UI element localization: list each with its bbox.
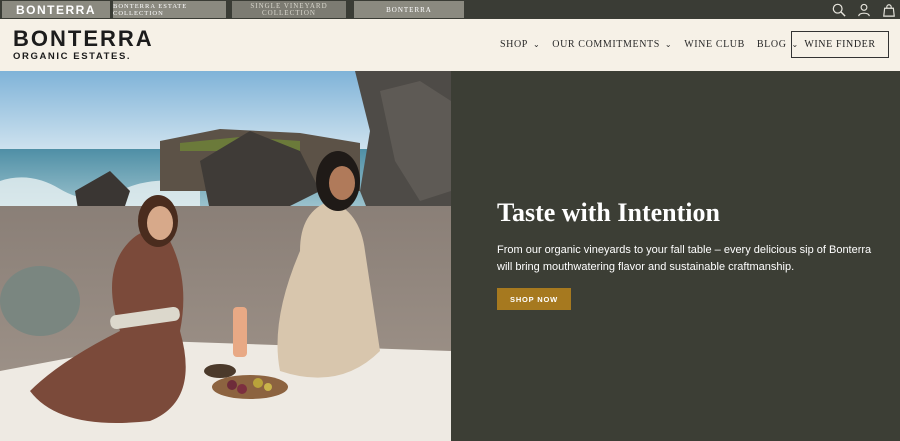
brand-tab-bonterra[interactable]: BONTERRA [2, 1, 110, 18]
hero-photo-illustration [0, 71, 451, 441]
menu-item-label: WINE CLUB [684, 39, 745, 50]
hero-image [0, 71, 451, 441]
menu-item-wine-club[interactable]: WINE CLUB [684, 39, 745, 50]
brand-bar: BONTERRA BONTERRA ESTATE COLLECTION SING… [0, 0, 900, 19]
brand-tab-single-vineyard[interactable]: SINGLE VINEYARD COLLECTION [232, 1, 346, 18]
hero-description: From our organic vineyards to your fall … [497, 244, 872, 273]
main-nav: BONTERRA ORGANIC ESTATES. SHOP ⌄ OUR COMM… [0, 19, 900, 71]
chevron-down-icon: ⌄ [532, 40, 541, 49]
menu-item-shop[interactable]: SHOP ⌄ [500, 39, 540, 50]
account-icon[interactable] [857, 3, 871, 17]
menu-item-label: SHOP [500, 39, 528, 50]
menu-item-our-commitments[interactable]: OUR COMMITMENTS ⌄ [552, 39, 672, 50]
logo-tagline: ORGANIC ESTATES. [13, 51, 132, 62]
utility-icons [832, 0, 896, 19]
logo-wordmark: BONTERRA [13, 26, 154, 51]
wine-finder-button[interactable]: WINE FINDER [791, 31, 889, 58]
shop-now-button[interactable]: SHOP NOW [497, 288, 571, 310]
hero-panel: Taste with Intention From our organic vi… [451, 71, 900, 441]
primary-menu: SHOP ⌄ OUR COMMITMENTS ⌄ WINE CLUB BLOG ⌄ [500, 39, 811, 50]
menu-item-label: BLOG [756, 39, 787, 50]
site-logo[interactable]: BONTERRA ORGANIC ESTATES. [13, 26, 154, 63]
hero-title: Taste with Intention [497, 198, 720, 227]
chevron-down-icon: ⌄ [664, 40, 673, 49]
cart-icon[interactable] [882, 3, 896, 17]
search-icon[interactable] [832, 3, 846, 17]
brand-tab-estate-collection[interactable]: BONTERRA ESTATE COLLECTION [113, 1, 226, 18]
menu-item-label: OUR COMMITMENTS [552, 39, 660, 50]
brand-tab-bonterra-alt[interactable]: BONTERRA [354, 1, 464, 18]
